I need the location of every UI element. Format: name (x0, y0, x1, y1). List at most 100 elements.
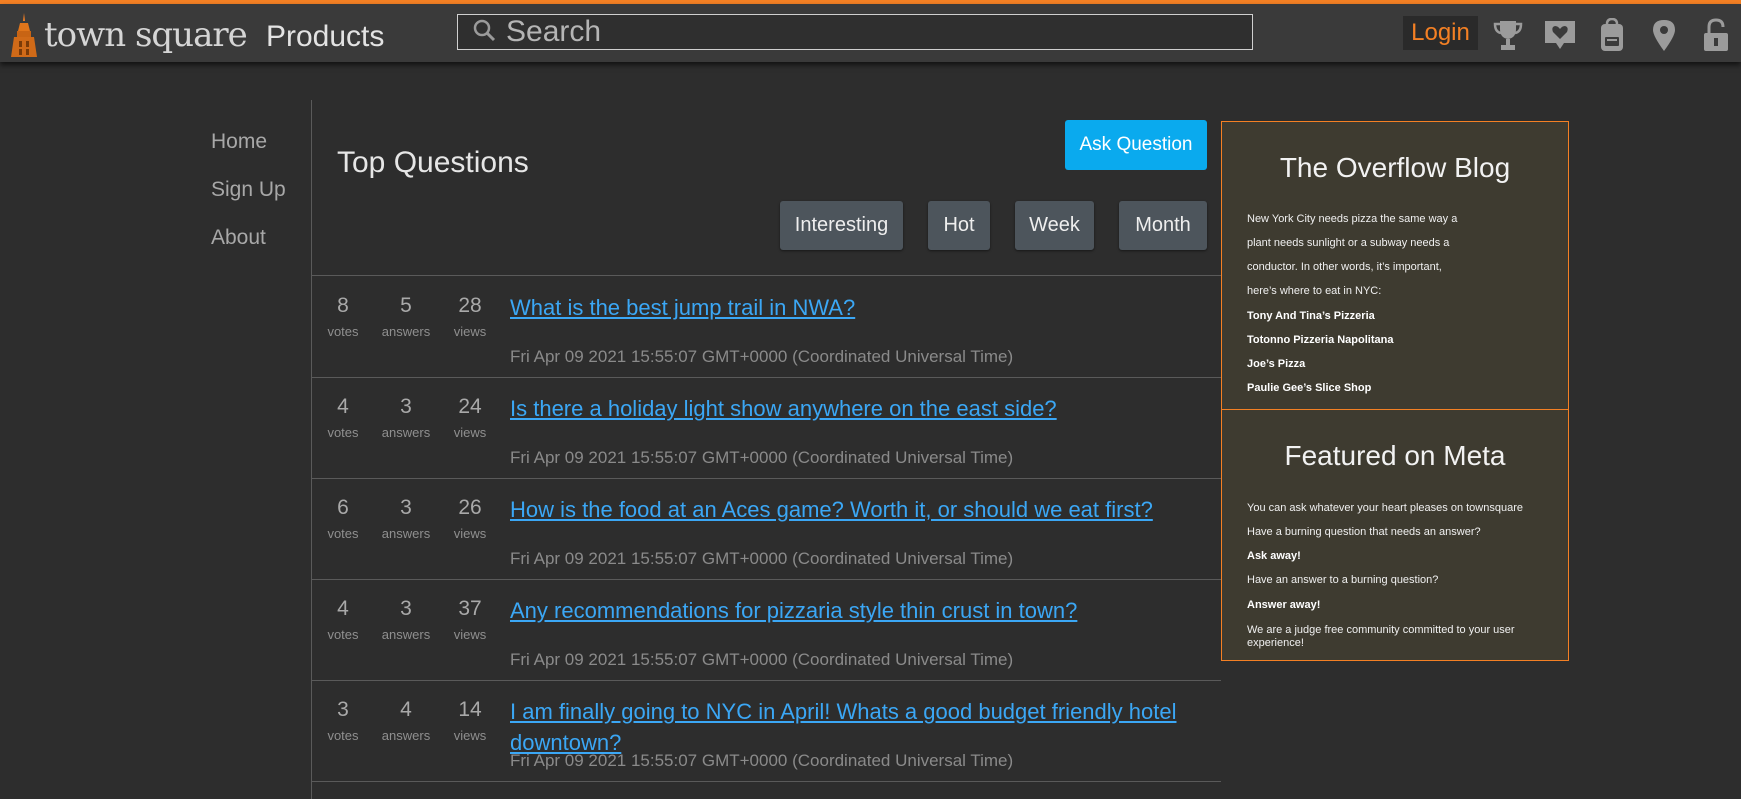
page-title: Top Questions (337, 146, 529, 180)
blog-text-line: plant needs sunlight or a subway needs a (1247, 237, 1450, 249)
view-label: views (453, 425, 487, 440)
logo-text-square: square (134, 15, 248, 55)
question-date: Fri Apr 09 2021 15:55:07 GMT+0000 (Coord… (510, 448, 1014, 467)
blog-text-line: New York City needs pizza the same way a (1247, 213, 1458, 225)
blog-pizzeria-item: Tony And Tina’s Pizzeria (1247, 310, 1375, 322)
question-date: Fri Apr 09 2021 15:55:07 GMT+0000 (Coord… (510, 751, 1014, 770)
blog-pizzeria-item: Totonno Pizzeria Napolitana (1247, 334, 1394, 346)
vote-count: 4 votes (313, 597, 373, 642)
view-label: views (453, 627, 487, 642)
login-button[interactable]: Login (1403, 16, 1478, 50)
filter-month-button[interactable]: Month (1119, 201, 1207, 250)
view-count: 14 views (440, 698, 500, 743)
meta-title: Featured on Meta (1284, 440, 1506, 471)
blog-pizzeria-item: Joe’s Pizza (1247, 358, 1306, 370)
question-title-link[interactable]: Any recommendations for pizzaria style t… (510, 595, 1210, 626)
view-count: 24 views (440, 395, 500, 440)
question-title-link[interactable]: Is there a holiday light show anywhere o… (510, 393, 1210, 424)
top-navbar: town square Products Login (0, 4, 1741, 62)
vote-label: votes (327, 324, 359, 339)
view-label: views (453, 526, 487, 541)
view-number: 24 (458, 395, 482, 418)
blog-text-line: conductor. In other words, it’s importan… (1247, 261, 1442, 273)
vote-count: 3 votes (313, 698, 373, 743)
vote-count: 6 votes (313, 496, 373, 541)
vote-count: 8 votes (313, 294, 373, 339)
vote-label: votes (327, 728, 359, 743)
answer-label: answers (381, 627, 431, 642)
view-label: views (453, 324, 487, 339)
view-count: 26 views (440, 496, 500, 541)
answer-label: answers (381, 425, 431, 440)
answer-label: answers (381, 324, 431, 339)
tower-logo-icon (8, 13, 40, 57)
sidebar-item-about[interactable]: About (211, 226, 286, 274)
answer-count: 4 answers (376, 698, 436, 743)
question-title-link[interactable]: How is the food at an Aces game? Worth i… (510, 494, 1210, 525)
blog-text-line: here’s where to eat in NYC: (1247, 285, 1382, 297)
ask-question-button[interactable]: Ask Question (1065, 120, 1207, 170)
search-icon (458, 18, 496, 47)
logo-text-town: town (44, 15, 126, 55)
vote-count: 4 votes (313, 395, 373, 440)
backpack-icon[interactable] (1595, 18, 1629, 52)
unlock-icon[interactable] (1699, 18, 1733, 52)
answer-label: answers (381, 728, 431, 743)
answer-number: 3 (400, 395, 412, 418)
vote-number: 8 (337, 294, 349, 317)
vote-number: 3 (337, 698, 349, 721)
products-link[interactable]: Products (266, 20, 384, 54)
question-date: Fri Apr 09 2021 15:55:07 GMT+0000 (Coord… (510, 549, 1014, 568)
question-row: 3 votes 4 answers 14 views I am finally goi… (311, 680, 1221, 782)
question-title-link[interactable]: What is the best jump trail in NWA? (510, 292, 1210, 323)
filter-hot-button[interactable]: Hot (928, 201, 990, 250)
question-row: 4 votes 3 answers 37 views Any recommendati… (311, 579, 1221, 681)
answer-label: answers (381, 526, 431, 541)
answer-count: 3 answers (376, 496, 436, 541)
meta-text-line: We are a judge free community committed … (1247, 624, 1515, 636)
question-title-link[interactable]: I am finally going to NYC in April! What… (510, 696, 1210, 758)
filter-week-button[interactable]: Week (1015, 201, 1094, 250)
view-number: 37 (458, 597, 482, 620)
answer-number: 3 (400, 496, 412, 519)
vote-number: 4 (337, 395, 349, 418)
vote-number: 4 (337, 597, 349, 620)
view-label: views (453, 728, 487, 743)
vote-label: votes (327, 425, 359, 440)
meta-text-line: Answer away! (1247, 599, 1321, 611)
filter-interesting-button[interactable]: Interesting (780, 201, 903, 250)
view-number: 26 (458, 496, 482, 519)
heart-tag-icon[interactable] (1543, 18, 1577, 52)
blog-title: The Overflow Blog (1279, 152, 1511, 183)
answer-number: 3 (400, 597, 412, 620)
sidebar-item-home[interactable]: Home (211, 130, 286, 178)
featured-meta-panel: Featured on Meta You can ask whatever yo… (1221, 409, 1569, 661)
answer-count: 3 answers (376, 395, 436, 440)
vote-label: votes (327, 627, 359, 642)
meta-text-line: You can ask whatever your heart pleases … (1247, 502, 1523, 514)
answer-count: 5 answers (376, 294, 436, 339)
overflow-blog-panel: The Overflow Blog New York City needs pi… (1221, 121, 1569, 410)
location-pin-icon[interactable] (1647, 18, 1681, 52)
answer-number: 4 (400, 698, 412, 721)
left-sidebar: Home Sign Up About (211, 130, 286, 274)
question-row: 4 votes 3 answers 24 views Is there a holid… (311, 377, 1221, 479)
vote-number: 6 (337, 496, 349, 519)
answer-number: 5 (400, 294, 412, 317)
meta-text-line: Have a burning question that needs an an… (1247, 526, 1481, 538)
view-number: 28 (458, 294, 482, 317)
logo-text: town square (44, 15, 248, 55)
view-number: 14 (458, 698, 482, 721)
blog-pizzeria-item: Paulie Gee’s Slice Shop (1247, 382, 1372, 394)
vote-label: votes (327, 526, 359, 541)
meta-text-line: Have an answer to a burning question? (1247, 574, 1439, 586)
search-box[interactable] (457, 14, 1253, 50)
sidebar-item-sign-up[interactable]: Sign Up (211, 178, 286, 226)
trophy-icon[interactable] (1491, 18, 1525, 52)
logo[interactable]: town square (8, 12, 248, 58)
meta-text-line: Ask away! (1247, 550, 1301, 562)
question-row: 8 votes 5 answers 28 views What is the best… (311, 276, 1221, 378)
question-date: Fri Apr 09 2021 15:55:07 GMT+0000 (Coord… (510, 650, 1014, 669)
search-input[interactable] (506, 15, 1206, 49)
view-count: 28 views (440, 294, 500, 339)
